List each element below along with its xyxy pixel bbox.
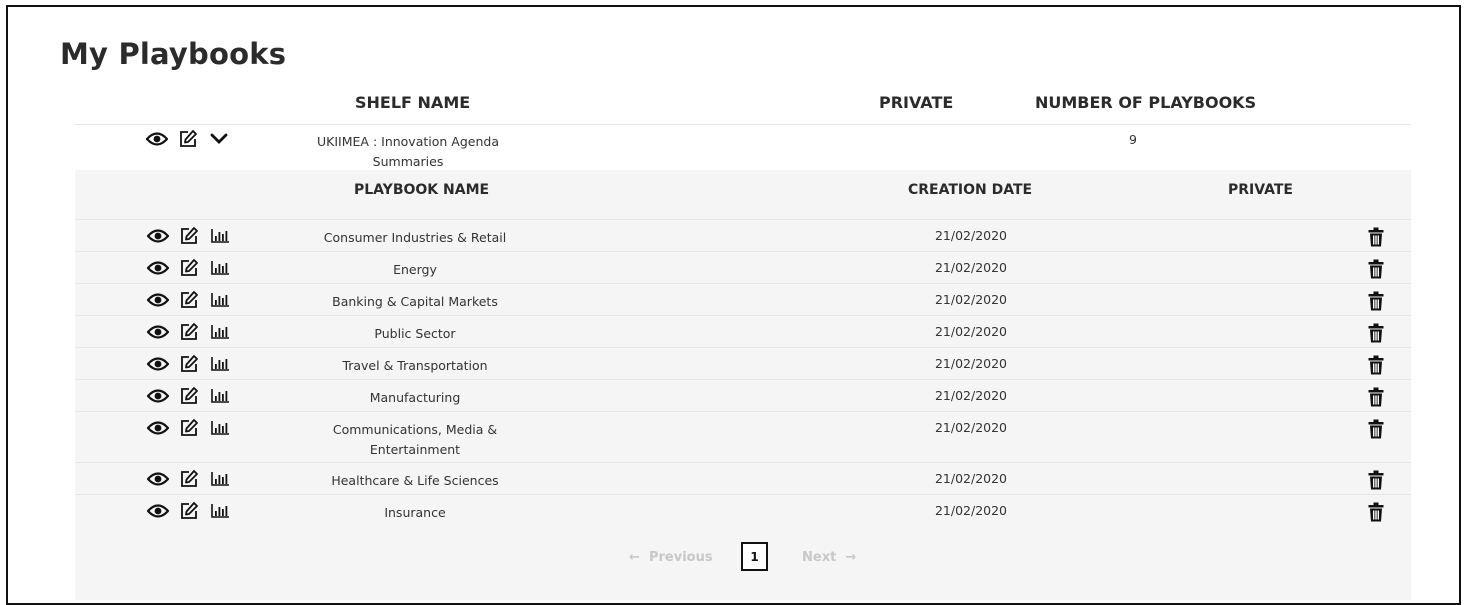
edit-icon[interactable] (178, 226, 200, 246)
next-label: Next (802, 550, 837, 565)
table-row: Public Sector 21/02/2020 (75, 315, 1411, 348)
bar-chart-icon[interactable] (209, 226, 231, 246)
creation-date: 21/02/2020 (934, 420, 1008, 435)
row-actions (147, 290, 231, 310)
row-actions (147, 226, 231, 246)
eye-icon[interactable] (147, 258, 169, 278)
playbook-name: Consumer Industries & Retail (323, 230, 507, 245)
edit-icon[interactable] (178, 469, 200, 489)
playbook-name: Public Sector (374, 326, 456, 341)
row-actions (147, 386, 231, 406)
bar-chart-icon[interactable] (209, 354, 231, 374)
pagination: ← Previous 1 Next → (75, 542, 1411, 574)
creation-date: 21/02/2020 (934, 228, 1008, 243)
arrow-left-icon: ← (629, 550, 640, 565)
creation-date: 21/02/2020 (934, 260, 1008, 275)
table-row: Travel & Transportation 21/02/2020 (75, 347, 1411, 380)
bar-chart-icon[interactable] (209, 418, 231, 438)
col-header-number-of-playbooks: NUMBER OF PLAYBOOKS (1035, 93, 1257, 112)
chevron-down-icon[interactable] (208, 129, 230, 149)
col-header-private: PRIVATE (1228, 182, 1293, 198)
trash-icon[interactable] (1365, 502, 1387, 522)
playbook-name: Travel & Transportation (342, 358, 488, 373)
edit-icon[interactable] (178, 354, 200, 374)
edit-icon[interactable] (178, 258, 200, 278)
trash-icon[interactable] (1365, 355, 1387, 375)
eye-icon[interactable] (147, 354, 169, 374)
eye-icon[interactable] (147, 386, 169, 406)
creation-date: 21/02/2020 (934, 324, 1008, 339)
page-1-button[interactable]: 1 (741, 542, 768, 571)
trash-icon[interactable] (1365, 227, 1387, 247)
edit-icon[interactable] (178, 322, 200, 342)
previous-label: Previous (648, 550, 713, 565)
bar-chart-icon[interactable] (209, 290, 231, 310)
row-actions (147, 501, 231, 521)
shelf-name-cell: UKIIMEA : Innovation Agenda Summaries (317, 134, 499, 169)
playbook-name: Healthcare & Life Sciences (331, 473, 499, 488)
edit-icon[interactable] (178, 290, 200, 310)
row-actions (147, 418, 231, 438)
trash-icon[interactable] (1365, 291, 1387, 311)
bar-chart-icon[interactable] (209, 501, 231, 521)
shelf-actions (146, 129, 230, 149)
playbook-name: Energy (393, 262, 437, 277)
creation-date: 21/02/2020 (934, 503, 1008, 518)
table-row: Insurance 21/02/2020 (75, 494, 1411, 527)
trash-icon[interactable] (1365, 323, 1387, 343)
table-row: Communications, Media & Entertainment 21/… (75, 411, 1411, 463)
playbook-name: Banking & Capital Markets (332, 294, 498, 309)
table-row: Healthcare & Life Sciences 21/02/2020 (75, 462, 1411, 495)
row-actions (147, 354, 231, 374)
eye-icon[interactable] (147, 469, 169, 489)
playbook-name: Insurance (384, 505, 446, 520)
table-row: Banking & Capital Markets 21/02/2020 (75, 283, 1411, 316)
creation-date: 21/02/2020 (934, 356, 1008, 371)
next-button[interactable]: Next → (802, 550, 856, 565)
eye-icon[interactable] (147, 226, 169, 246)
bar-chart-icon[interactable] (209, 322, 231, 342)
row-actions (147, 322, 231, 342)
edit-icon[interactable] (178, 386, 200, 406)
playbook-table: PLAYBOOK NAME CREATION DATE PRIVATE Cons… (75, 170, 1411, 600)
table-row: Consumer Industries & Retail 21/02/2020 (75, 219, 1411, 252)
col-header-creation-date: CREATION DATE (908, 182, 1033, 198)
previous-button[interactable]: ← Previous (629, 550, 713, 565)
bar-chart-icon[interactable] (209, 469, 231, 489)
eye-icon[interactable] (147, 290, 169, 310)
trash-icon[interactable] (1365, 259, 1387, 279)
trash-icon[interactable] (1365, 419, 1387, 439)
page-title: My Playbooks (60, 37, 287, 71)
eye-icon[interactable] (147, 322, 169, 342)
playbook-name: Manufacturing (369, 390, 461, 405)
creation-date: 21/02/2020 (934, 388, 1008, 403)
row-actions (147, 469, 231, 489)
edit-icon[interactable] (178, 418, 200, 438)
creation-date: 21/02/2020 (934, 292, 1008, 307)
bar-chart-icon[interactable] (209, 386, 231, 406)
bar-chart-icon[interactable] (209, 258, 231, 278)
col-header-private: PRIVATE (879, 93, 954, 112)
table-row: Energy 21/02/2020 (75, 251, 1411, 284)
edit-icon[interactable] (178, 501, 200, 521)
playbooks-panel: My Playbooks SHELF NAME PRIVATE NUMBER O… (6, 5, 1461, 605)
eye-icon[interactable] (146, 129, 168, 149)
eye-icon[interactable] (147, 418, 169, 438)
col-header-playbook-name: PLAYBOOK NAME (354, 182, 490, 198)
eye-icon[interactable] (147, 501, 169, 521)
creation-date: 21/02/2020 (934, 471, 1008, 486)
col-header-shelf-name: SHELF NAME (355, 93, 471, 112)
row-actions (147, 258, 231, 278)
trash-icon[interactable] (1365, 387, 1387, 407)
arrow-right-icon: → (845, 550, 857, 565)
divider (75, 124, 1411, 125)
edit-icon[interactable] (177, 129, 199, 149)
shelf-playbook-count: 9 (1129, 132, 1137, 147)
trash-icon[interactable] (1365, 470, 1387, 490)
playbook-name: Communications, Media & Entertainment (332, 422, 498, 457)
table-row: Manufacturing 21/02/2020 (75, 379, 1411, 412)
